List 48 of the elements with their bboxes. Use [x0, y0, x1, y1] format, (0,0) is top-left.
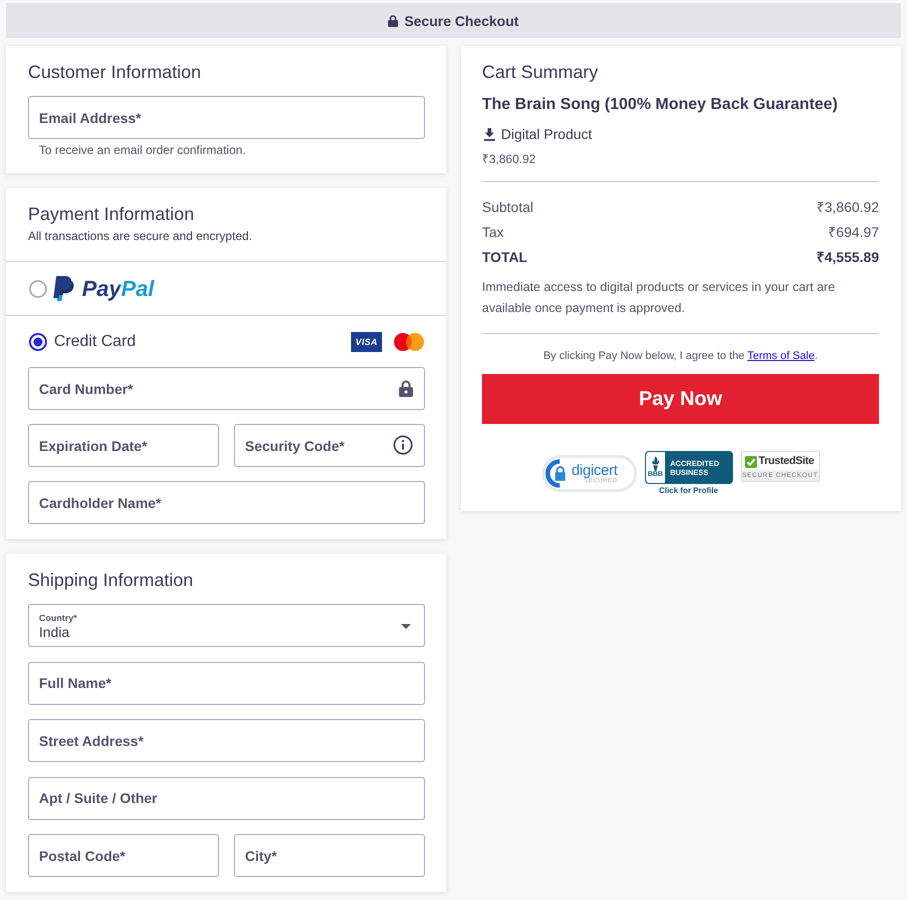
caret-icon — [401, 624, 411, 629]
section-title: Payment Information — [28, 203, 196, 226]
payment-method-label[interactable]: Credit Card — [54, 332, 136, 352]
terms-link[interactable]: Terms of Sale — [747, 350, 815, 362]
input-field[interactable]: City* — [234, 834, 425, 877]
input-field[interactable]: Email Address* — [28, 96, 425, 139]
download-icon — [484, 128, 495, 140]
card-number-field[interactable]: Card Number* — [28, 367, 425, 410]
summary-label: Tax — [482, 223, 504, 242]
page-title: Secure Checkout — [404, 12, 519, 28]
summary-amount: ₹3,860.92 — [816, 198, 879, 217]
info-icon[interactable] — [393, 435, 413, 455]
select-field[interactable]: Country* India — [28, 604, 425, 647]
torch-icon — [650, 456, 661, 471]
input-field[interactable]: Cardholder Name* — [28, 481, 425, 524]
radio-button[interactable] — [29, 280, 47, 298]
profile-link[interactable]: Click for Profile — [658, 486, 718, 496]
input-field[interactable]: Postal Code* — [28, 834, 219, 877]
summary-amount: ₹4,555.89 — [816, 248, 879, 267]
input-field[interactable]: Apt / Suite / Other — [28, 776, 425, 820]
p-logo-icon — [53, 276, 75, 301]
product-name: The Brain Song (100% Money Back Guarantee) — [482, 95, 839, 115]
section-subtitle: All transactions are secure and encrypted. — [28, 228, 254, 244]
summary-label: Subtotal — [482, 198, 534, 217]
visa-card-logo: VISA — [351, 332, 382, 352]
padlock-icon — [544, 459, 568, 488]
section-title: Cart Summary — [482, 61, 600, 84]
product-price: ₹3,860.92 — [482, 151, 537, 167]
terms-text: By clicking Pay Now below, I agree to the Terms of Sale. — [542, 349, 819, 363]
summary-label: TOTAL — [482, 248, 528, 267]
summary-amount: ₹694.97 — [828, 223, 879, 242]
input-field[interactable]: Full Name* — [28, 662, 425, 704]
input-field[interactable]: Street Address* — [28, 719, 425, 762]
pay-now-button[interactable]: Pay Now — [482, 374, 879, 424]
badge-logo-text: TrustedSite — [758, 455, 814, 468]
checkmark-icon — [744, 456, 756, 468]
lock-icon — [399, 380, 413, 397]
section-title: Shipping Information — [28, 569, 194, 592]
badge-logo-text: digicert — [572, 462, 618, 478]
lock-icon — [388, 14, 398, 26]
section-title: Customer Information — [28, 61, 202, 84]
access-note: Immediate access to digital products or services in your cart are available once payment is approved. — [482, 279, 836, 317]
security-code-field[interactable]: Security Code* — [234, 424, 425, 467]
helper-text: To receive an email order confirmation. — [39, 142, 247, 158]
product-type: Digital Product — [501, 125, 592, 144]
overlapping-circles-icon — [394, 333, 424, 351]
input-field[interactable]: Expiration Date* — [28, 424, 219, 467]
radio-button[interactable] — [29, 333, 47, 351]
